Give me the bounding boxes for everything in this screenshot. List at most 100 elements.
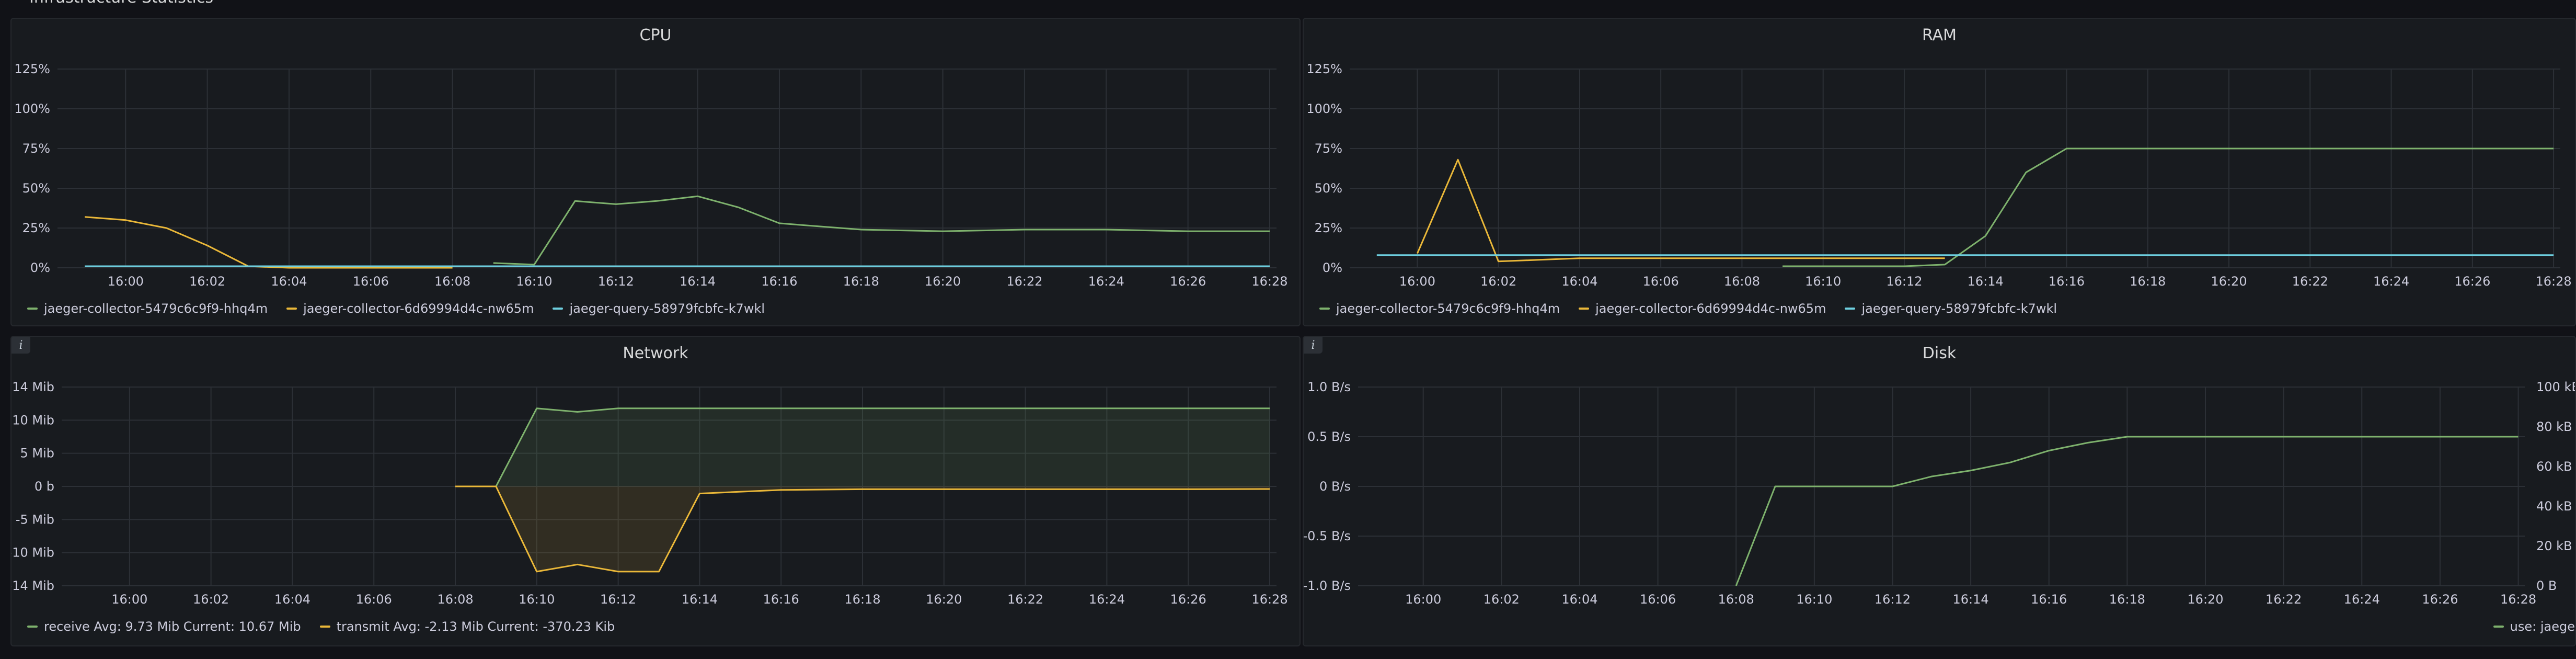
legend-swatch <box>27 626 38 628</box>
x-tick-label: 16:26 <box>2454 274 2490 289</box>
legend-swatch <box>286 308 297 310</box>
x-tick-label: 16:24 <box>2344 592 2380 607</box>
x-tick-label: 16:24 <box>2373 274 2409 289</box>
y-tick-label: 25% <box>1315 221 1342 235</box>
network-chart[interactable]: -14 Mib -10 Mib -5 Mib 0 b 5 Mib 10 Mib 14 Mib… <box>12 337 1301 646</box>
x-tick-label: 16:08 <box>1718 592 1754 607</box>
legend-label: jaeger-collector-6d69994d4c-nw65m <box>303 301 534 316</box>
legend-label: jaeger-query-58979fcbfc-k7wkl <box>569 301 765 316</box>
y-tick-label: 50% <box>1315 181 1342 196</box>
legend-swatch <box>319 626 330 628</box>
y-tick-label: 0% <box>1322 260 1342 275</box>
series-line <box>84 216 453 269</box>
x-tick-label: 16:06 <box>356 592 392 607</box>
x-tick-label: 16:02 <box>193 592 229 607</box>
x-tick-label: 16:02 <box>1480 274 1516 289</box>
y2-tick-label: 60 kB <box>2536 459 2572 474</box>
x-tick-label: 16:16 <box>761 274 797 289</box>
x-tick-label: 16:22 <box>1006 274 1042 289</box>
legend-label: receive Avg: 9.73 Mib Current: 10.67 Mib <box>44 619 301 634</box>
x-tick-label: 16:00 <box>111 592 147 607</box>
y-tick-label: -5 Mib <box>16 512 54 527</box>
x-tick-label: 16:20 <box>925 274 961 289</box>
x-tick-label: 16:00 <box>108 274 144 289</box>
x-tick-label: 16:06 <box>353 274 389 289</box>
x-tick-label: 16:00 <box>1399 274 1435 289</box>
legend-item[interactable]: jaeger-collector-5479c6c9f9-hhq4m <box>1319 301 1560 316</box>
ram-panel[interactable]: RAM 0% 25% 50% 75% 100% 125% 16:00 16:02 16:04 16… <box>1303 18 2576 326</box>
x-tick-label: 16:14 <box>1968 274 2004 289</box>
y-tick-label: 5 Mib <box>20 446 54 461</box>
series-line <box>1782 147 2554 267</box>
y-tick-label: 75% <box>1315 141 1342 156</box>
y-tick-label: 0.5 B/s <box>1307 429 1351 444</box>
legend-label: jaeger-collector-5479c6c9f9-hhq4m <box>44 301 268 316</box>
legend-item[interactable]: transmit Avg: -2.13 Mib Current: -370.23… <box>319 619 615 634</box>
x-tick-label: 16:16 <box>763 592 799 607</box>
x-tick-label: 16:28 <box>2500 592 2536 607</box>
cpu-panel[interactable]: CPU 0% 25% 50% 75% 100% 125% 16:00 16:02 16:04 16… <box>10 18 1301 326</box>
disk-legend: use: jaege <box>2493 619 2575 634</box>
y-tick-label: 0 b <box>34 479 54 494</box>
x-tick-label: 16:10 <box>516 274 552 289</box>
legend-swatch <box>1319 308 1330 310</box>
network-panel[interactable]: i Network -14 Mib -10 Mib -5 Mib 0 b5 Mib 10… <box>10 336 1301 646</box>
y2-tick-label: 100 kB <box>2536 380 2576 394</box>
legend-item[interactable]: receive Avg: 9.73 Mib Current: 10.67 Mib <box>27 619 301 634</box>
x-tick-label: 16:16 <box>2049 274 2085 289</box>
ram-legend: jaeger-collector-5479c6c9f9-hhq4m jaeger-… <box>1319 301 2057 316</box>
ram-chart[interactable]: 0% 25% 50% 75% 100% 125% 16:00 16:02 16:04 16:06 1… <box>1304 19 2576 326</box>
y2-tick-label: 40 kB <box>2536 499 2572 514</box>
y-tick-label: -1.0 B/s <box>1304 578 1351 593</box>
network-legend: receive Avg: 9.73 Mib Current: 10.67 Mib… <box>27 619 615 634</box>
y-tick-label: 1.0 B/s <box>1307 380 1351 394</box>
y2-tick-label: 20 kB <box>2536 539 2572 553</box>
x-tick-label: 16:22 <box>1007 592 1043 607</box>
legend-item[interactable]: jaeger-collector-6d69994d4c-nw65m <box>1579 301 1826 316</box>
x-tick-label: 16:00 <box>1405 592 1441 607</box>
x-tick-label: 16:04 <box>274 592 310 607</box>
x-tick-label: 16:04 <box>1561 592 1597 607</box>
y-tick-label: 125% <box>14 62 50 76</box>
x-tick-label: 16:28 <box>1251 274 1287 289</box>
legend-item[interactable]: jaeger-query-58979fcbfc-k7wkl <box>1845 301 2057 316</box>
x-tick-label: 16:04 <box>1561 274 1597 289</box>
row-title: Infrastructure Statistics <box>29 0 213 7</box>
x-tick-label: 16:20 <box>926 592 962 607</box>
x-tick-label: 16:14 <box>680 274 716 289</box>
x-tick-label: 16:18 <box>844 592 880 607</box>
legend-swatch <box>1845 308 1856 310</box>
x-tick-label: 16:20 <box>2211 274 2247 289</box>
legend-label: transmit Avg: -2.13 Mib Current: -370.23… <box>336 619 615 634</box>
legend-item[interactable]: jaeger-query-58979fcbfc-k7wkl <box>553 301 765 316</box>
y-tick-label: 10 Mib <box>12 413 54 427</box>
y-tick-label: 25% <box>22 221 50 235</box>
y-tick-label: -0.5 B/s <box>1304 529 1351 543</box>
x-tick-label: 16:14 <box>682 592 718 607</box>
legend-label: jaeger-query-58979fcbfc-k7wkl <box>1861 301 2057 316</box>
y-tick-label: 14 Mib <box>12 380 54 394</box>
legend-item[interactable]: jaeger-collector-6d69994d4c-nw65m <box>286 301 534 316</box>
legend-item[interactable]: jaeger-collector-5479c6c9f9-hhq4m <box>27 301 268 316</box>
cpu-chart[interactable]: 0% 25% 50% 75% 100% 125% 16:00 16:02 16:04 16:06 1… <box>12 19 1301 326</box>
legend-swatch <box>2493 626 2504 628</box>
x-tick-label: 16:12 <box>600 592 636 607</box>
x-tick-label: 16:22 <box>2292 274 2328 289</box>
y-tick-label: 100% <box>1306 101 1342 116</box>
legend-label[interactable]: use: jaege <box>2510 619 2575 634</box>
disk-chart[interactable]: -1.0 B/s -0.5 B/s 0 B/s 0.5 B/s 1.0 B/s 0 B 20… <box>1304 337 2576 646</box>
cpu-legend: jaeger-collector-5479c6c9f9-hhq4m jaeger-… <box>27 301 765 316</box>
x-tick-label: 16:02 <box>189 274 225 289</box>
disk-panel[interactable]: i Disk -1.0 B/s -0.5 B/s 0 B/s 0.5 B/s 1.0 B… <box>1303 336 2576 646</box>
x-tick-label: 16:26 <box>2422 592 2458 607</box>
legend-label: jaeger-collector-6d69994d4c-nw65m <box>1595 301 1826 316</box>
y-tick-label: -14 Mib <box>12 578 54 593</box>
x-tick-label: 16:10 <box>519 592 555 607</box>
x-tick-label: 16:04 <box>271 274 307 289</box>
x-tick-label: 16:28 <box>1251 592 1287 607</box>
y-tick-label: 0% <box>30 260 50 275</box>
y2-tick-label: 80 kB <box>2536 419 2572 434</box>
x-tick-label: 16:20 <box>2187 592 2223 607</box>
x-tick-label: 16:08 <box>437 592 473 607</box>
x-tick-label: 16:10 <box>1805 274 1841 289</box>
